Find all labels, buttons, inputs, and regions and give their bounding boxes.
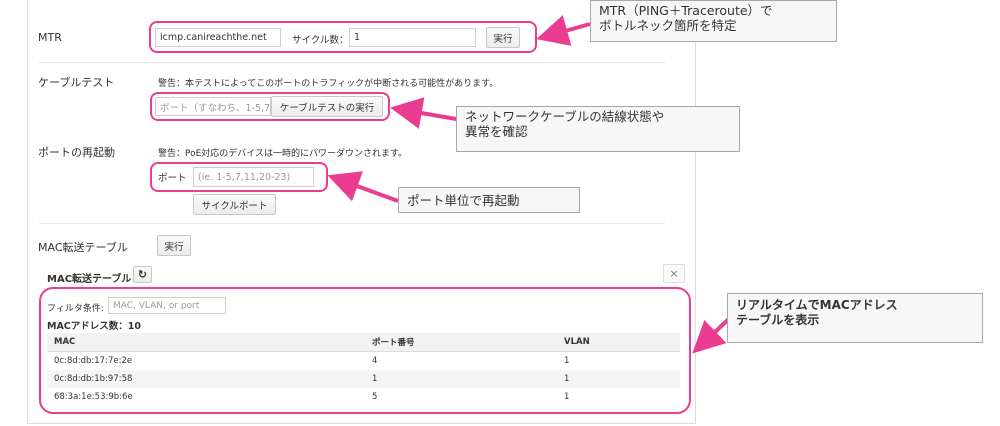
port-arrow	[327, 171, 399, 203]
mtr-callout-line: ボトルネック箇所を特定	[599, 18, 737, 33]
cable-callout-line: ネットワークケーブルの結線状態や	[465, 109, 665, 124]
mac-callout-line: テーブルを表示	[736, 313, 820, 327]
callout-arrows	[327, 15, 735, 354]
port-callout: ポート単位で再起動	[398, 187, 580, 213]
mtr-callout: MTR（PING＋Traceroute）で ボトルネック箇所を特定	[590, 0, 837, 42]
mtr-arrow	[536, 15, 591, 46]
mtr-callout-line: MTR（PING＋Traceroute）で	[599, 3, 773, 18]
mac-callout: リアルタイムでMACアドレス テーブルを表示	[727, 293, 983, 343]
cable-callout-line: 異常を確認	[465, 124, 528, 139]
mac-callout-line: リアルタイムでMACアドレス	[736, 298, 898, 312]
cable-arrow	[390, 97, 463, 129]
cable-callout: ネットワークケーブルの結線状態や 異常を確認	[456, 106, 740, 152]
